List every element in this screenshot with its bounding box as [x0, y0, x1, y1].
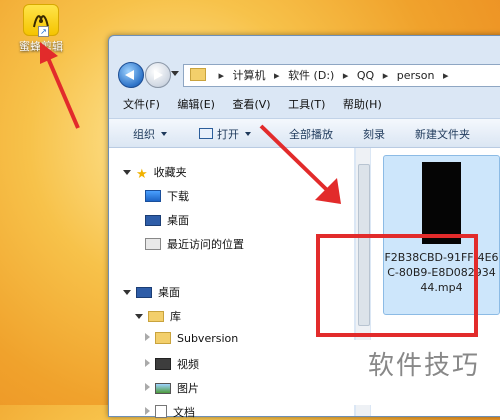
burn-button[interactable]: 刻录 [363, 126, 385, 142]
library-icon [148, 311, 164, 322]
menu-view[interactable]: 查看(V) [232, 94, 270, 116]
nav-pictures-label: 图片 [177, 382, 199, 395]
picture-icon [155, 383, 171, 394]
nav-libraries-label: 库 [170, 310, 181, 323]
organize-button[interactable]: 组织 [133, 126, 167, 142]
forward-button[interactable] [145, 62, 171, 88]
crumb-separator: ▸ [342, 69, 349, 82]
bee-app-icon: ↗ [23, 4, 59, 37]
folder-icon [190, 68, 206, 81]
shortcut-arrow-icon: ↗ [38, 26, 49, 37]
address-bar[interactable]: ▸ 计算机 ▸ 软件 (D:) ▸ QQ ▸ person ▸ [183, 64, 500, 87]
nav-downloads[interactable]: 下载 [145, 188, 189, 204]
crumb-separator: ▸ [442, 69, 449, 82]
address-row: ▸ 计算机 ▸ 软件 (D:) ▸ QQ ▸ person ▸ [109, 58, 500, 90]
back-button[interactable] [118, 62, 144, 88]
crumb-separator: ▸ [218, 69, 225, 82]
expand-icon[interactable] [135, 314, 143, 319]
video-icon [155, 358, 171, 370]
menu-edit[interactable]: 编辑(E) [177, 94, 215, 116]
crumb-drive[interactable]: 软件 (D:) [288, 69, 334, 82]
menu-tools[interactable]: 工具(T) [288, 94, 325, 116]
menu-help[interactable]: 帮助(H) [343, 94, 382, 116]
document-icon [155, 405, 167, 418]
menu-file[interactable]: 文件(F) [123, 94, 160, 116]
nav-documents-label: 文档 [173, 406, 195, 419]
open-button[interactable]: 打开 [199, 126, 251, 142]
chevron-down-icon [245, 132, 251, 136]
folder-icon [155, 332, 171, 344]
desktop-icon [136, 287, 152, 298]
nav-subversion[interactable]: Subversion [145, 332, 238, 345]
nav-videos[interactable]: 视频 [145, 356, 199, 372]
crumb-computer[interactable]: 计算机 [233, 69, 266, 82]
chevron-down-icon [161, 132, 167, 136]
recent-places-icon [145, 238, 161, 250]
nav-libraries[interactable]: 库 [135, 308, 181, 324]
crumb-separator: ▸ [382, 69, 389, 82]
open-icon [199, 128, 213, 139]
nav-pictures[interactable]: 图片 [145, 380, 199, 396]
highlight-box [316, 234, 478, 337]
open-label: 打开 [217, 128, 239, 141]
nav-documents[interactable]: 文档 [145, 404, 195, 420]
nav-videos-label: 视频 [177, 358, 199, 371]
nav-subversion-label: Subversion [177, 332, 239, 345]
watermark: 软件技巧 [348, 340, 500, 405]
nav-desktop-root[interactable]: 桌面 [123, 284, 180, 300]
expand-icon[interactable] [145, 333, 150, 341]
menu-bar: 文件(F) 编辑(E) 查看(V) 工具(T) 帮助(H) [109, 94, 500, 116]
expand-icon[interactable] [145, 383, 150, 391]
nav-favorites[interactable]: ★ 收藏夹 [123, 164, 187, 182]
expand-icon[interactable] [123, 290, 131, 295]
download-icon [145, 190, 161, 202]
nav-recent[interactable]: 最近访问的位置 [145, 236, 244, 252]
red-arrow-down [259, 124, 341, 204]
expand-icon[interactable] [145, 359, 150, 367]
nav-favorites-label: 收藏夹 [153, 166, 187, 179]
nav-desktop-label: 桌面 [167, 214, 189, 227]
expand-icon[interactable] [123, 170, 131, 175]
star-icon: ★ [136, 167, 148, 182]
nav-downloads-label: 下载 [167, 190, 189, 203]
organize-label: 组织 [133, 128, 155, 141]
red-arrow-up [40, 42, 80, 129]
nav-desktop[interactable]: 桌面 [145, 212, 189, 228]
video-thumbnail [422, 162, 461, 244]
crumb-qq[interactable]: QQ [357, 69, 374, 82]
nav-desktop-root-label: 桌面 [158, 286, 180, 299]
history-dropdown-icon[interactable] [171, 71, 179, 76]
crumb-person[interactable]: person [397, 69, 435, 82]
desktop-icon [145, 215, 161, 226]
expand-icon[interactable] [145, 407, 150, 415]
new-folder-button[interactable]: 新建文件夹 [415, 126, 470, 142]
crumb-separator: ▸ [274, 69, 280, 82]
nav-recent-label: 最近访问的位置 [167, 238, 244, 251]
